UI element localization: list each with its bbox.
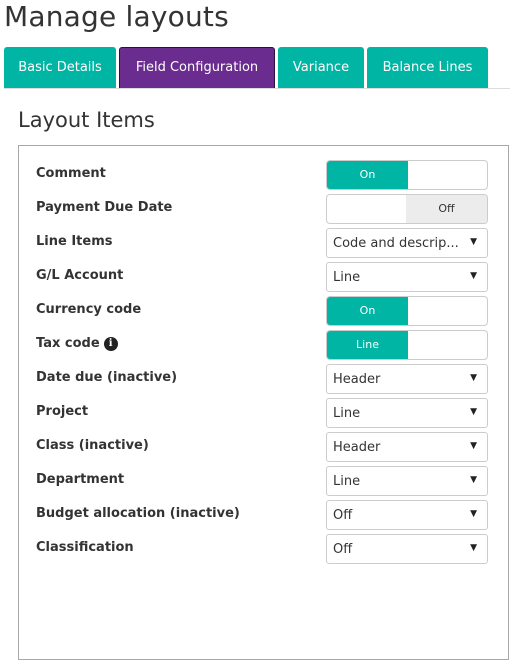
chevron-down-icon: ▼ <box>470 373 477 383</box>
layout-item-row: G/L Account Line ▼ <box>19 262 508 292</box>
chevron-down-icon: ▼ <box>470 475 477 485</box>
item-label: Payment Due Date <box>36 200 173 215</box>
item-label: Comment <box>36 166 106 181</box>
section-title: Layout Items <box>18 108 155 132</box>
item-label: G/L Account <box>36 268 124 283</box>
item-label: Currency code <box>36 302 142 317</box>
chevron-down-icon: ▼ <box>470 441 477 451</box>
line-items-select[interactable]: Code and descrip... ▼ <box>326 228 488 258</box>
chevron-down-icon: ▼ <box>470 271 477 281</box>
tab-divider <box>4 88 510 89</box>
toggle-off-segment <box>406 161 487 189</box>
info-icon[interactable]: i <box>103 337 118 351</box>
toggle-off-segment <box>406 331 487 359</box>
layout-item-row: Budget allocation (inactive) Off ▼ <box>19 500 508 530</box>
select-value: Off <box>333 542 353 557</box>
tab-bar: Basic Details Field Configuration Varian… <box>4 47 510 89</box>
select-value: Line <box>333 406 361 421</box>
toggle-off-segment <box>406 297 487 325</box>
payment-due-date-toggle[interactable]: Off <box>326 194 488 224</box>
layout-item-row: Date due (inactive) Header ▼ <box>19 364 508 394</box>
toggle-on-segment: Line <box>327 331 408 359</box>
tab-basic-details[interactable]: Basic Details <box>4 47 116 89</box>
class-select[interactable]: Header ▼ <box>326 432 488 462</box>
layout-item-row: Comment On <box>19 160 508 190</box>
layout-item-row: Class (inactive) Header ▼ <box>19 432 508 462</box>
item-label: Class (inactive) <box>36 438 149 453</box>
item-label: Project <box>36 404 89 419</box>
page-title: Manage layouts <box>4 0 229 33</box>
item-label: Tax code <box>36 336 100 351</box>
budget-allocation-select[interactable]: Off ▼ <box>326 500 488 530</box>
tab-balance-lines[interactable]: Balance Lines <box>367 47 488 89</box>
chevron-down-icon: ▼ <box>470 543 477 553</box>
item-label: Date due (inactive) <box>36 370 178 385</box>
currency-code-toggle[interactable]: On <box>326 296 488 326</box>
department-select[interactable]: Line ▼ <box>326 466 488 496</box>
layout-items-panel: Comment On Payment Due Date Off Line Ite… <box>18 145 509 660</box>
date-due-select[interactable]: Header ▼ <box>326 364 488 394</box>
select-value: Line <box>333 474 361 489</box>
layout-item-row: Classification Off ▼ <box>19 534 508 564</box>
chevron-down-icon: ▼ <box>470 237 477 247</box>
item-label: Line Items <box>36 234 113 249</box>
select-value: Line <box>333 270 361 285</box>
project-select[interactable]: Line ▼ <box>326 398 488 428</box>
select-value: Header <box>333 372 381 387</box>
toggle-off-segment: Off <box>406 195 487 223</box>
chevron-down-icon: ▼ <box>470 407 477 417</box>
select-value: Off <box>333 508 353 523</box>
comment-toggle[interactable]: On <box>326 160 488 190</box>
tab-variance[interactable]: Variance <box>278 47 364 89</box>
layout-item-row: Line Items Code and descrip... ▼ <box>19 228 508 258</box>
select-value: Code and descrip... <box>333 236 459 251</box>
toggle-on-segment: On <box>327 297 408 325</box>
item-label: Department <box>36 472 125 487</box>
toggle-on-segment <box>327 195 408 223</box>
layout-item-row: Payment Due Date Off <box>19 194 508 224</box>
layout-item-row: Tax code i Line <box>19 330 508 360</box>
layout-item-row: Currency code On <box>19 296 508 326</box>
layout-item-row: Project Line ▼ <box>19 398 508 428</box>
tab-field-configuration[interactable]: Field Configuration <box>119 47 275 89</box>
item-label: Classification <box>36 540 134 555</box>
chevron-down-icon: ▼ <box>470 509 477 519</box>
toggle-on-segment: On <box>327 161 408 189</box>
layout-item-row: Department Line ▼ <box>19 466 508 496</box>
gl-account-select[interactable]: Line ▼ <box>326 262 488 292</box>
tax-code-toggle[interactable]: Line <box>326 330 488 360</box>
classification-select[interactable]: Off ▼ <box>326 534 488 564</box>
item-label: Budget allocation (inactive) <box>36 506 240 521</box>
item-label-with-info: Tax code i <box>36 336 118 351</box>
select-value: Header <box>333 440 381 455</box>
